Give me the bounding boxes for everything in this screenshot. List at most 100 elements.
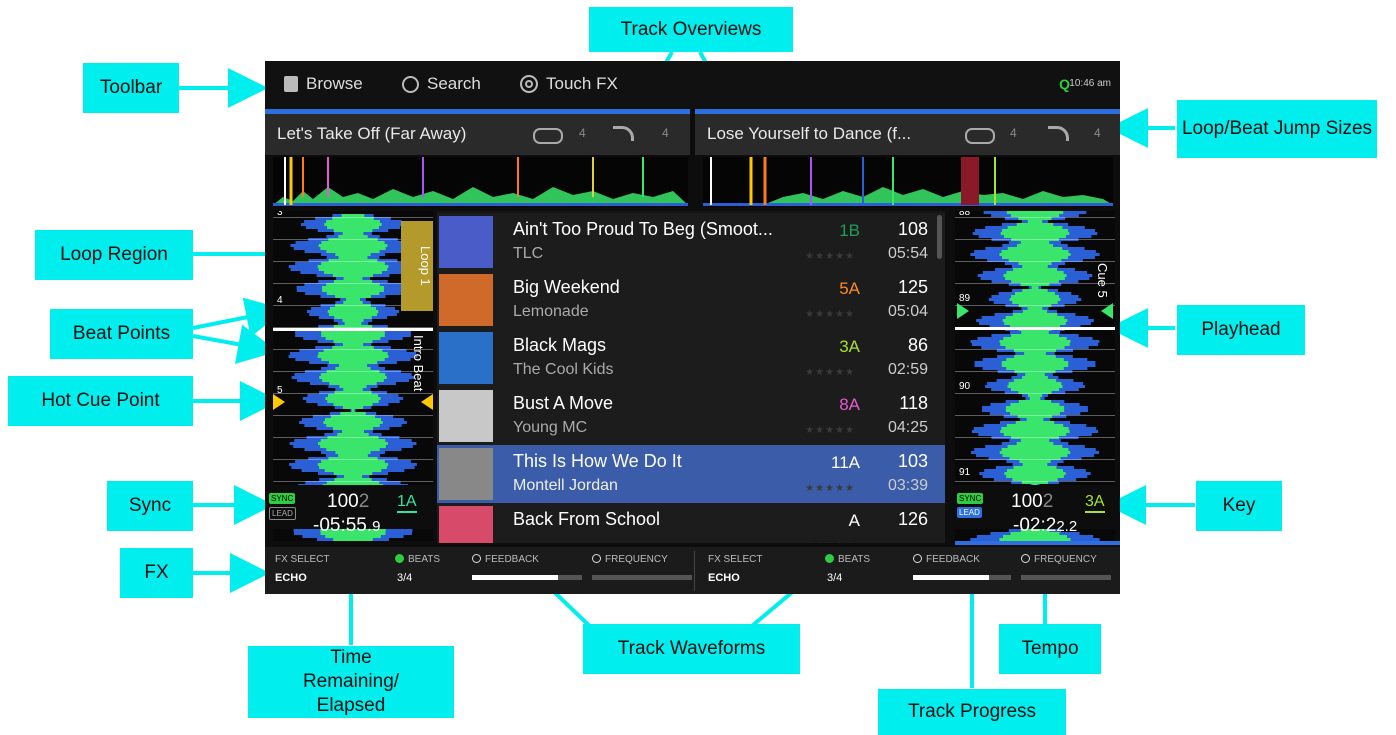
touch-fx-icon xyxy=(520,75,538,93)
fx-divider xyxy=(694,551,695,591)
track-list[interactable]: Ain't Too Proud To Beg (Smoot... TLC 1B 108… xyxy=(437,211,945,543)
track-row[interactable]: This Is How We Do It Montell Jordan 11A 103… xyxy=(437,445,945,505)
callout-track-waveforms: Track Waveforms xyxy=(583,624,800,674)
tempo-display[interactable]: 1002 xyxy=(327,491,369,513)
loop-icon[interactable] xyxy=(533,128,563,144)
callout-track-progress: Track Progress xyxy=(878,689,1066,735)
rating-stars[interactable]: ★★★★★ xyxy=(805,541,855,543)
callout-tempo: Tempo xyxy=(999,624,1101,674)
track-row[interactable]: Back From School A 126 ★★★★★ xyxy=(437,503,945,543)
fx-select-value[interactable]: ECHO xyxy=(275,572,307,584)
jump-size: 4 xyxy=(1094,126,1101,140)
search-button[interactable]: Search xyxy=(402,74,481,94)
track-row[interactable]: Ain't Too Proud To Beg (Smoot... TLC 1B 108… xyxy=(437,213,945,273)
sync-button[interactable]: SYNC xyxy=(269,493,296,504)
rating-stars[interactable]: ★★★★★ xyxy=(805,251,855,262)
fx-beats-param[interactable]: BEATS xyxy=(825,554,870,565)
touch-fx-button[interactable]: Touch FX xyxy=(520,74,618,94)
beat-jump-icon[interactable] xyxy=(613,126,634,141)
track-artist: Montell Jordan xyxy=(513,477,618,494)
tempo-display[interactable]: 1002 xyxy=(1011,491,1053,513)
track-title: Back From School xyxy=(513,509,661,529)
sync-button[interactable]: SYNC xyxy=(957,493,984,504)
track-title: Ain't Too Proud To Beg (Smoot... xyxy=(513,219,773,239)
fx-frequency-param[interactable]: FREQUENCY xyxy=(1021,554,1097,565)
rating-stars[interactable]: ★★★★★ xyxy=(805,483,855,494)
hot-cue-marker[interactable] xyxy=(957,303,969,319)
deck-right-title: Lose Yourself to Dance (f... xyxy=(707,124,912,143)
fx-beats-value: 3/4 xyxy=(397,572,413,584)
track-bpm: 86 xyxy=(907,335,928,355)
fx-feedback-slider[interactable] xyxy=(472,575,582,580)
time-fraction: 2.2 xyxy=(1056,518,1078,535)
track-row[interactable]: Bust A Move Young MC 8A 118 04:25 ★★★★★ xyxy=(437,387,945,447)
fx-frequency-slider[interactable] xyxy=(592,575,692,580)
loop-label: Loop 1 xyxy=(418,246,433,286)
beat-number: 4 xyxy=(277,295,283,306)
deck-right-info: SYNC LEAD 1002 3A -02:22.2 xyxy=(953,485,1120,536)
radio-icon xyxy=(395,554,404,563)
browse-button[interactable]: Browse xyxy=(284,74,363,94)
key-display: 3A xyxy=(1085,493,1105,513)
radio-icon xyxy=(825,554,834,563)
track-progress-bar[interactable] xyxy=(955,541,1120,545)
deck-left-overview[interactable] xyxy=(273,157,688,207)
rating-stars[interactable]: ★★★★★ xyxy=(805,425,855,436)
fx-bar: FX SELECT ECHO BEATS 3/4 FEEDBACK FREQUE… xyxy=(265,547,1120,594)
track-title: Big Weekend xyxy=(513,277,620,297)
loop-icon[interactable] xyxy=(965,128,995,144)
track-key: 3A xyxy=(839,337,860,356)
track-bpm: 125 xyxy=(897,277,928,297)
track-key: A xyxy=(848,511,860,530)
arrow-beat-point-2 xyxy=(192,324,278,364)
time-display[interactable]: -05:55.9 xyxy=(313,515,381,537)
beat-jump-icon[interactable] xyxy=(1048,126,1069,141)
callout-fx: FX xyxy=(120,548,193,598)
fx-select-label: FX SELECT xyxy=(275,554,330,565)
deck-left-header: Let's Take Off (Far Away) 4 4 xyxy=(265,114,690,155)
fx-feedback-param[interactable]: FEEDBACK xyxy=(472,554,539,565)
cover-art-icon xyxy=(439,390,493,442)
hot-cue-marker[interactable] xyxy=(273,394,285,410)
fx-select-value[interactable]: ECHO xyxy=(708,572,740,584)
scrollbar[interactable] xyxy=(937,215,942,259)
loop-region: Loop 1 xyxy=(401,221,433,311)
track-duration: 03:39 xyxy=(887,477,928,494)
fx-feedback-param[interactable]: FEEDBACK xyxy=(913,554,980,565)
hot-cue-label: Cue 5 xyxy=(1095,263,1110,298)
track-row[interactable]: Big Weekend Lemonade 5A 125 05:04 ★★★★★ xyxy=(437,271,945,331)
key-display: 1A xyxy=(397,493,417,513)
fx-frequency-slider[interactable] xyxy=(1021,575,1111,580)
hot-cue-marker[interactable] xyxy=(421,394,433,410)
time-display[interactable]: -02:22.2 xyxy=(1013,515,1077,537)
fx-frequency-param[interactable]: FREQUENCY xyxy=(592,554,668,565)
track-artist: Young MC xyxy=(513,419,588,436)
cover-art-icon xyxy=(439,448,493,500)
browse-label: Browse xyxy=(306,74,363,93)
track-duration: 04:25 xyxy=(887,419,928,436)
callout-beat-points: Beat Points xyxy=(50,309,193,359)
beat-number: 90 xyxy=(959,381,971,392)
track-key: 1B xyxy=(839,221,860,240)
track-artist: Lemonade xyxy=(513,303,589,320)
rating-stars[interactable]: ★★★★★ xyxy=(805,309,855,320)
cover-art-icon xyxy=(439,506,493,543)
rating-stars[interactable]: ★★★★★ xyxy=(805,367,855,378)
cover-art-icon xyxy=(439,274,493,326)
touch-fx-label: Touch FX xyxy=(546,74,618,93)
jump-size: 4 xyxy=(662,126,669,140)
tempo-fraction: 2 xyxy=(1042,491,1054,512)
radio-icon xyxy=(1021,554,1030,563)
deck-right-overview[interactable] xyxy=(703,157,1113,207)
callout-loop-region: Loop Region xyxy=(35,230,193,280)
browse-icon xyxy=(284,76,298,92)
fx-feedback-slider[interactable] xyxy=(913,575,1011,580)
clock: 10:46 am xyxy=(1069,78,1111,89)
hot-cue-marker[interactable] xyxy=(1101,303,1113,319)
time-main: -05:55. xyxy=(313,515,373,536)
track-bpm: 108 xyxy=(897,219,928,239)
tempo-main: 100 xyxy=(327,491,359,512)
fx-beats-param[interactable]: BEATS xyxy=(395,554,440,565)
callout-toolbar: Toolbar xyxy=(83,63,179,113)
track-row[interactable]: Black Mags The Cool Kids 3A 86 02:59 ★★★★★ xyxy=(437,329,945,389)
